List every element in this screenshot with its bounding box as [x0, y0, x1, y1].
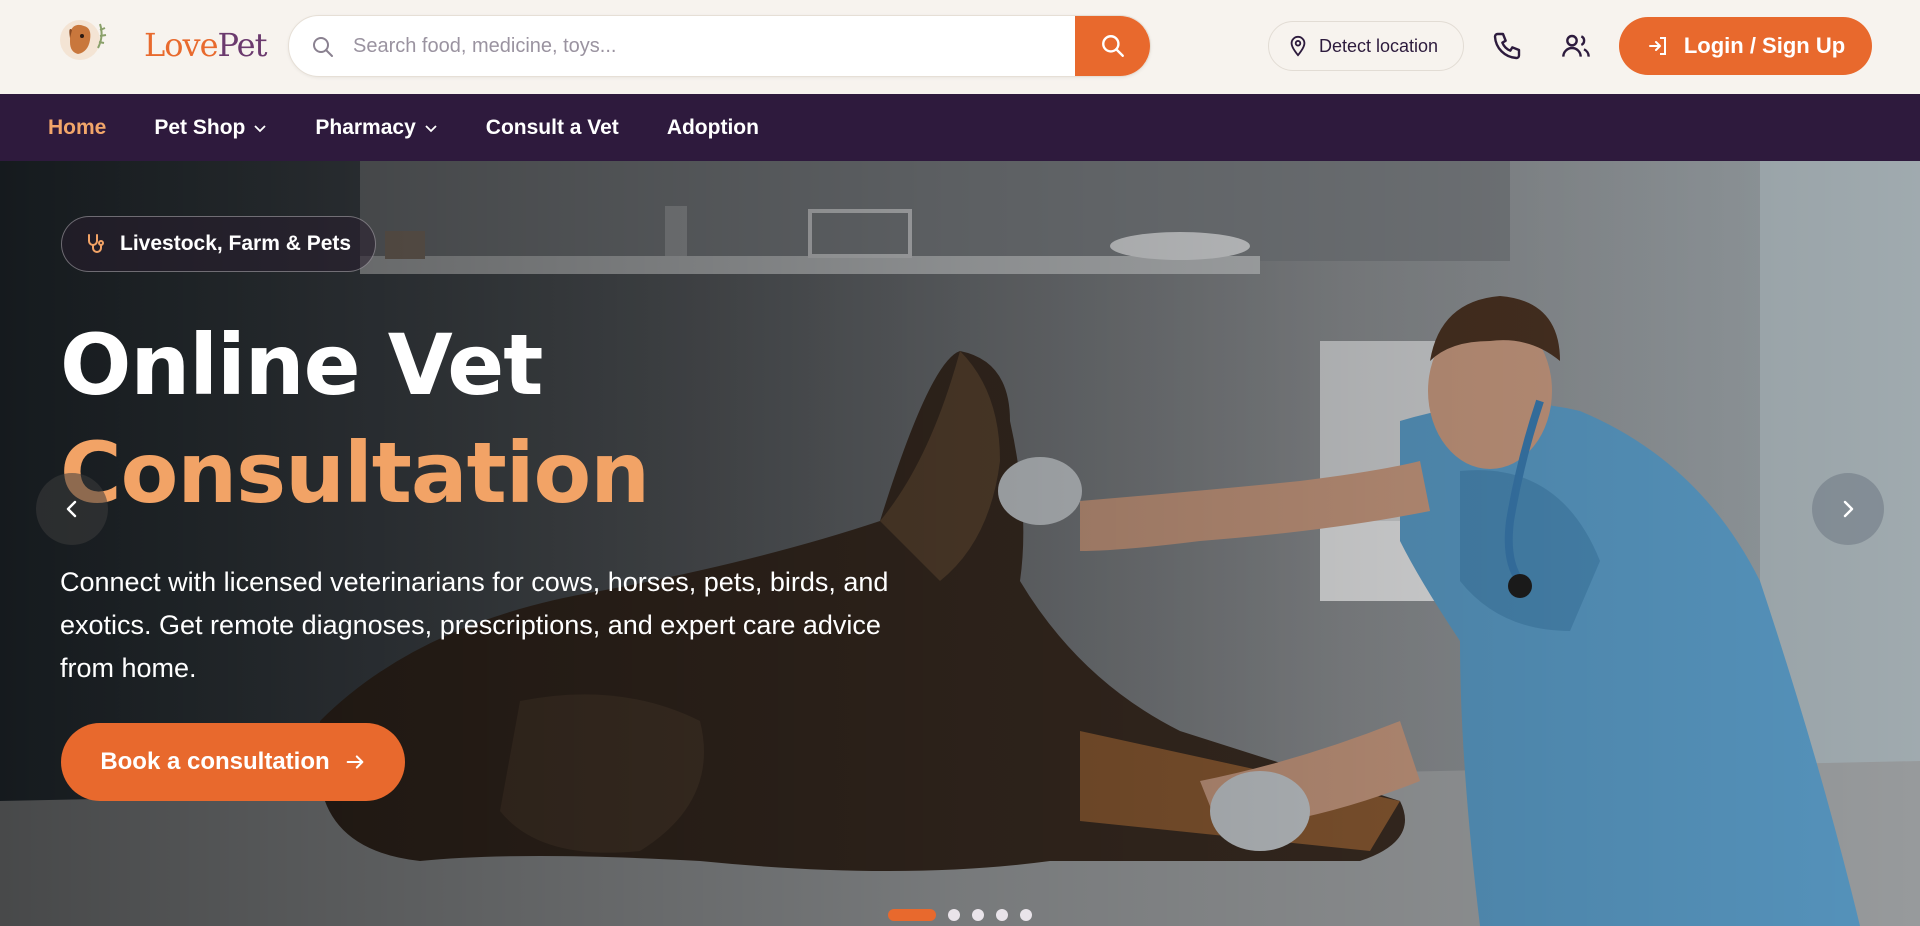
main-nav: Home Pet Shop Pharmacy Consult a Vet Ado… [0, 94, 1920, 161]
hero-title: Online Vet Consultation [60, 311, 650, 527]
site-header: LovePet Detect location Login / Sign Up [0, 0, 1920, 94]
detect-location-button[interactable]: Detect location [1268, 21, 1464, 71]
phone-icon[interactable] [1491, 30, 1523, 62]
search-bar [288, 15, 1151, 77]
nav-item-pet-shop[interactable]: Pet Shop [154, 116, 267, 140]
login-icon [1648, 37, 1666, 55]
nav-item-consult-a-vet[interactable]: Consult a Vet [486, 116, 619, 140]
nav-item-label: Pharmacy [315, 115, 416, 139]
search-button[interactable] [1075, 16, 1150, 76]
nav-item-pharmacy[interactable]: Pharmacy [315, 116, 437, 140]
chevron-down-icon [425, 124, 437, 132]
brand-part3: Pet [217, 26, 268, 64]
detect-location-label: Detect location [1319, 35, 1439, 56]
brand-part2: e [199, 26, 219, 64]
hero-carousel: Livestock, Farm & Pets Online Vet Consul… [0, 161, 1920, 926]
nav-item-label: Home [48, 115, 107, 139]
carousel-indicators [888, 909, 1032, 921]
hero-title-line2: Consultation [60, 424, 650, 522]
chevron-down-icon [254, 124, 267, 132]
map-pin-icon [1290, 35, 1306, 57]
stethoscope-icon [88, 234, 104, 253]
search-icon [313, 37, 333, 57]
users-icon[interactable] [1560, 30, 1592, 62]
carousel-dot[interactable] [948, 909, 960, 921]
login-signup-button[interactable]: Login / Sign Up [1619, 17, 1872, 75]
carousel-dot[interactable] [972, 909, 984, 921]
arrow-right-icon [346, 755, 364, 769]
chevron-left-icon [66, 500, 77, 518]
chevron-right-icon [1843, 500, 1854, 518]
brand-wordmark[interactable]: LovePet [144, 26, 268, 64]
hero-title-line1: Online Vet [60, 316, 543, 414]
nav-item-label: Adoption [666, 115, 759, 139]
carousel-dot[interactable] [1020, 909, 1032, 921]
search-icon [1101, 35, 1124, 57]
brand-part1: Lov [144, 26, 201, 64]
logo-icon[interactable] [56, 14, 112, 70]
book-consultation-button[interactable]: Book a consultation [61, 723, 405, 801]
hero-vet-dog-image [0, 161, 1920, 926]
carousel-prev-button[interactable] [36, 473, 108, 545]
nav-item-home[interactable]: Home [48, 116, 106, 140]
login-signup-label: Login / Sign Up [1683, 33, 1846, 58]
category-badge: Livestock, Farm & Pets [61, 216, 377, 272]
carousel-next-button[interactable] [1812, 473, 1884, 545]
nav-item-label: Consult a Vet [485, 115, 619, 139]
carousel-dot[interactable] [888, 909, 936, 921]
carousel-dot[interactable] [996, 909, 1008, 921]
book-consultation-label: Book a consultation [100, 748, 330, 775]
nav-item-adoption[interactable]: Adoption [667, 116, 759, 140]
category-badge-label: Livestock, Farm & Pets [120, 232, 352, 255]
nav-item-label: Pet Shop [154, 115, 246, 139]
search-input[interactable] [353, 16, 1053, 76]
hero-description: Connect with licensed veterinarians for … [60, 567, 889, 683]
